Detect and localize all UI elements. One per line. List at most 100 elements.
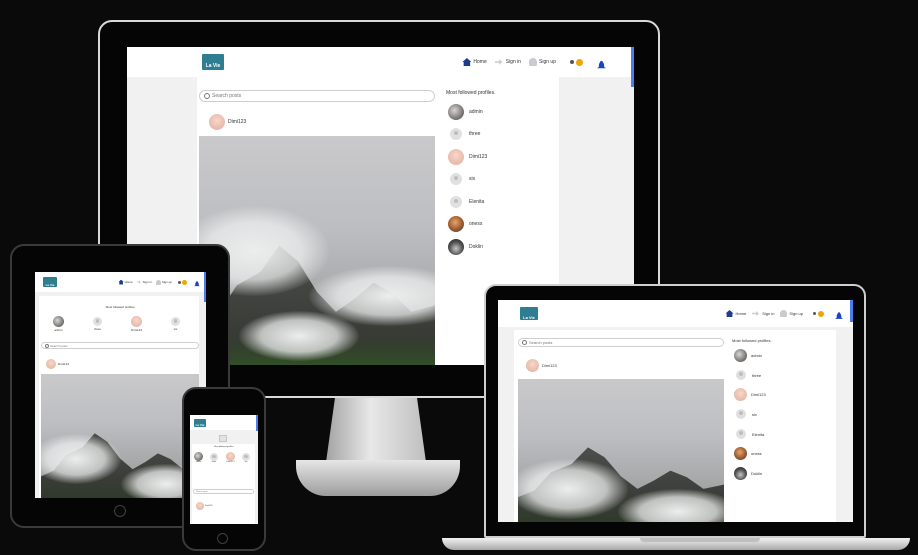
profile-item[interactable]: three (210, 453, 218, 463)
theme-toggle[interactable] (570, 58, 583, 66)
sidebar-profile[interactable]: Elenita (736, 429, 764, 439)
scrollbar[interactable] (256, 415, 258, 431)
profile-avatar[interactable] (736, 370, 746, 380)
profile-avatar[interactable] (448, 216, 464, 232)
post-author[interactable]: Dimi123 (205, 505, 212, 507)
sidebar-profile[interactable]: Doklin (448, 239, 483, 255)
post-header[interactable]: Dimi123 (41, 354, 199, 374)
profile-avatar[interactable] (210, 453, 218, 461)
sidebar-profile[interactable]: admin (734, 349, 762, 362)
nav-signup-link[interactable]: Sign up (529, 58, 556, 66)
profile-avatar[interactable] (736, 409, 746, 419)
author-avatar[interactable] (209, 114, 225, 130)
profile-avatar[interactable] (53, 316, 64, 327)
bell-icon[interactable] (194, 281, 200, 287)
scrollbar[interactable] (631, 47, 634, 87)
monitor-neck (326, 398, 426, 460)
scrollbar[interactable] (204, 272, 206, 302)
profile-avatar[interactable] (171, 317, 180, 326)
post-image[interactable] (41, 374, 199, 498)
author-avatar[interactable] (526, 359, 539, 372)
nav-home-link[interactable]: Home (118, 279, 133, 285)
moon-icon (813, 312, 816, 315)
post-header[interactable]: Dimi123 (193, 499, 254, 513)
search-input[interactable]: Search posts (41, 342, 199, 349)
profile-item[interactable]: Dimi12 3 (226, 452, 235, 463)
profile-avatar[interactable] (226, 452, 235, 461)
profile-avatar[interactable] (450, 196, 462, 208)
sidebar-profile[interactable]: Dimi123 (448, 149, 487, 165)
profile-avatar[interactable] (242, 453, 250, 461)
nav-signin-link[interactable]: Sign in (136, 280, 152, 285)
theme-toggle[interactable] (178, 279, 187, 285)
sidebar-profile[interactable]: Dimi123 (734, 388, 766, 401)
sidebar-profile[interactable]: Doklin (734, 467, 762, 480)
profile-item[interactable]: Dimi123 (131, 316, 142, 332)
profile-avatar[interactable] (450, 128, 462, 140)
post-image[interactable] (199, 136, 435, 365)
search-input[interactable]: Search posts (199, 90, 435, 102)
tablet-app: La Vie Home Sign in Sign up Most followe… (35, 272, 206, 498)
phone-navbar: La Vie (190, 415, 258, 430)
profile-avatar[interactable] (448, 239, 464, 255)
sidebar-profile[interactable]: oness (448, 216, 482, 232)
sidebar-title: Most followed profiles. (446, 90, 496, 96)
post-header[interactable]: Dimi123 (199, 108, 435, 136)
profile-avatar[interactable] (734, 388, 747, 401)
nav-home-link[interactable]: Home (725, 310, 746, 317)
brand-logo[interactable]: La Vie (520, 307, 538, 320)
profile-item[interactable]: three (93, 317, 102, 331)
sidebar-profile[interactable]: Elenita (450, 196, 484, 208)
nav-signin-link[interactable]: Sign in (494, 58, 521, 66)
post-author[interactable]: Dimi123 (542, 363, 557, 368)
profile-item[interactable]: admin (194, 452, 203, 463)
search-input[interactable]: Search posts (518, 338, 724, 347)
sidebar-profile[interactable]: three (736, 370, 761, 380)
nav-signin-link[interactable]: Sign in (752, 310, 774, 317)
post-image[interactable] (518, 379, 724, 522)
profile-item[interactable]: six (171, 317, 180, 331)
search-icon (45, 343, 49, 348)
profile-avatar[interactable] (448, 149, 464, 165)
profile-avatar[interactable] (734, 447, 747, 460)
profile-avatar[interactable] (194, 452, 203, 461)
author-avatar[interactable] (46, 359, 56, 369)
profile-avatar[interactable] (450, 173, 462, 185)
profile-avatar[interactable] (734, 467, 747, 480)
profile-avatar[interactable] (734, 349, 747, 362)
nav-links: Home Sign in Sign up (462, 55, 606, 70)
nav-signup-link[interactable]: Sign up (780, 310, 803, 317)
bell-icon[interactable] (835, 312, 843, 319)
profile-item[interactable]: admin (53, 316, 64, 332)
phone-home-button (217, 533, 228, 544)
sidebar-profile[interactable]: six (736, 409, 757, 419)
theme-toggle[interactable] (813, 310, 824, 317)
sign-in-icon (494, 59, 503, 65)
brand-logo[interactable]: La Vie (43, 277, 57, 287)
sidebar-profile[interactable]: three (450, 128, 480, 140)
sun-icon (576, 58, 583, 66)
nav-signup-link[interactable]: Sign up (155, 279, 172, 285)
laptop-screen: La Vie Home Sign in Sign up Search posts… (498, 300, 853, 522)
scrollbar[interactable] (850, 300, 853, 322)
brand-logo[interactable]: La Vie (202, 54, 224, 70)
sidebar-profile[interactable]: six (450, 173, 475, 185)
sidebar-profile[interactable]: oness (734, 447, 762, 460)
profile-item[interactable]: six (242, 453, 250, 463)
brand-logo[interactable]: La Vie (194, 418, 206, 427)
profile-avatar[interactable] (448, 104, 464, 120)
menu-toggle[interactable] (219, 435, 227, 442)
profile-avatar[interactable] (131, 316, 142, 327)
bell-icon[interactable] (597, 60, 606, 69)
sidebar-profile[interactable]: admin (448, 104, 483, 120)
post-card: Dimi123 (193, 499, 254, 524)
author-avatar[interactable] (196, 502, 204, 510)
house-icon (725, 310, 734, 317)
search-input[interactable]: Search posts (193, 489, 254, 494)
post-header[interactable]: Dimi123 (518, 352, 724, 379)
profile-avatar[interactable] (736, 429, 746, 439)
post-author[interactable]: Dimi123 (228, 119, 246, 125)
post-author[interactable]: Dimi123 (58, 362, 69, 366)
nav-home-link[interactable]: Home (462, 58, 487, 66)
profile-avatar[interactable] (93, 317, 102, 326)
